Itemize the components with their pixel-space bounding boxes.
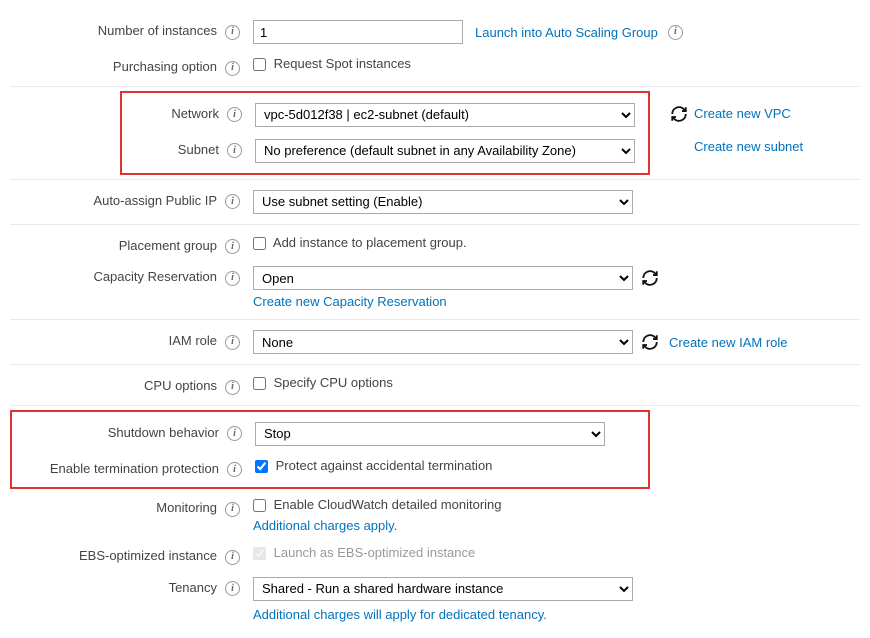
info-icon[interactable]: i xyxy=(225,581,240,596)
highlight-network-subnet: Network i vpc-5d012f38 | ec2-subnet (def… xyxy=(120,91,650,175)
create-subnet-link[interactable]: Create new subnet xyxy=(694,139,803,154)
termination-protection-label[interactable]: Protect against accidental termination xyxy=(255,458,492,473)
cpu-options-checkbox[interactable] xyxy=(253,377,266,390)
label-tenancy: Tenancy xyxy=(10,577,225,595)
info-icon[interactable]: i xyxy=(225,380,240,395)
tenancy-charges-link[interactable]: Additional charges will apply for dedica… xyxy=(253,607,860,622)
highlight-shutdown-termination: Shutdown behavior i Stop Enable terminat… xyxy=(10,410,650,490)
row-network: Network i vpc-5d012f38 | ec2-subnet (def… xyxy=(122,97,648,133)
label-number-of-instances: Number of instances xyxy=(10,20,225,38)
label-cpu-options: CPU options xyxy=(10,375,225,393)
create-capacity-reservation-link[interactable]: Create new Capacity Reservation xyxy=(253,294,447,309)
row-tenancy: Tenancy i Shared - Run a shared hardware… xyxy=(10,571,860,628)
row-ebs-optimized: EBS-optimized instance i Launch as EBS-o… xyxy=(10,539,860,571)
subnet-select[interactable]: No preference (default subnet in any Ava… xyxy=(255,139,635,163)
refresh-icon[interactable] xyxy=(641,269,659,287)
info-icon[interactable]: i xyxy=(227,143,242,158)
info-icon[interactable]: i xyxy=(227,462,242,477)
label-capacity-reservation: Capacity Reservation xyxy=(10,266,225,284)
ebs-optimized-label: Launch as EBS-optimized instance xyxy=(253,545,475,560)
divider xyxy=(10,179,860,180)
shutdown-behavior-select[interactable]: Stop xyxy=(255,422,605,446)
refresh-icon[interactable] xyxy=(641,333,659,351)
ebs-optimized-checkbox xyxy=(253,547,266,560)
row-capacity-reservation: Capacity Reservation i Open Create new C… xyxy=(10,260,860,315)
info-icon[interactable]: i xyxy=(225,335,240,350)
public-ip-select[interactable]: Use subnet setting (Enable) xyxy=(253,190,633,214)
info-icon[interactable]: i xyxy=(225,239,240,254)
info-icon[interactable]: i xyxy=(225,61,240,76)
tenancy-select[interactable]: Shared - Run a shared hardware instance xyxy=(253,577,633,601)
monitoring-charges-link[interactable]: Additional charges apply. xyxy=(253,518,860,533)
label-shutdown-behavior: Shutdown behavior xyxy=(12,422,227,440)
row-cpu-options: CPU options i Specify CPU options xyxy=(10,369,860,401)
info-icon[interactable]: i xyxy=(225,550,240,565)
info-icon[interactable]: i xyxy=(227,107,242,122)
iam-role-select[interactable]: None xyxy=(253,330,633,354)
row-termination-protection: Enable termination protection i Protect … xyxy=(12,452,648,484)
termination-protection-checkbox[interactable] xyxy=(255,460,268,473)
monitoring-label[interactable]: Enable CloudWatch detailed monitoring xyxy=(253,497,860,512)
label-iam-role: IAM role xyxy=(10,330,225,348)
row-monitoring: Monitoring i Enable CloudWatch detailed … xyxy=(10,491,860,539)
row-public-ip: Auto-assign Public IP i Use subnet setti… xyxy=(10,184,860,220)
row-number-of-instances: Number of instances i Launch into Auto S… xyxy=(10,14,860,50)
label-monitoring: Monitoring xyxy=(10,497,225,515)
number-of-instances-input[interactable] xyxy=(253,20,463,44)
divider xyxy=(10,86,860,87)
label-ebs-optimized: EBS-optimized instance xyxy=(10,545,225,563)
row-subnet: Subnet i No preference (default subnet i… xyxy=(122,133,648,169)
network-select[interactable]: vpc-5d012f38 | ec2-subnet (default) xyxy=(255,103,635,127)
label-public-ip: Auto-assign Public IP xyxy=(10,190,225,208)
monitoring-checkbox[interactable] xyxy=(253,499,266,512)
create-iam-role-link[interactable]: Create new IAM role xyxy=(669,335,788,350)
divider xyxy=(10,319,860,320)
info-icon[interactable]: i xyxy=(225,194,240,209)
label-placement-group: Placement group xyxy=(10,235,225,253)
info-icon[interactable]: i xyxy=(225,271,240,286)
label-termination-protection: Enable termination protection xyxy=(12,458,227,476)
request-spot-checkbox[interactable] xyxy=(253,58,266,71)
divider xyxy=(10,364,860,365)
row-purchasing-option: Purchasing option i Request Spot instanc… xyxy=(10,50,860,82)
row-placement-group: Placement group i Add instance to placem… xyxy=(10,229,860,261)
cpu-options-label[interactable]: Specify CPU options xyxy=(253,375,393,390)
info-icon[interactable]: i xyxy=(227,426,242,441)
row-iam-role: IAM role i None Create new IAM role xyxy=(10,324,860,360)
launch-asg-link[interactable]: Launch into Auto Scaling Group xyxy=(475,25,658,40)
placement-group-label[interactable]: Add instance to placement group. xyxy=(253,235,467,250)
label-purchasing-option: Purchasing option xyxy=(10,56,225,74)
info-icon[interactable]: i xyxy=(225,25,240,40)
capacity-reservation-select[interactable]: Open xyxy=(253,266,633,290)
row-shutdown-behavior: Shutdown behavior i Stop xyxy=(12,416,648,452)
placement-group-checkbox[interactable] xyxy=(253,237,266,250)
label-network: Network xyxy=(122,103,227,121)
divider xyxy=(10,405,860,406)
info-icon[interactable]: i xyxy=(225,502,240,517)
divider xyxy=(10,224,860,225)
refresh-icon[interactable] xyxy=(670,105,688,123)
info-icon[interactable]: i xyxy=(668,25,683,40)
create-vpc-link[interactable]: Create new VPC xyxy=(694,106,791,121)
request-spot-label[interactable]: Request Spot instances xyxy=(253,56,411,71)
label-subnet: Subnet xyxy=(122,139,227,157)
